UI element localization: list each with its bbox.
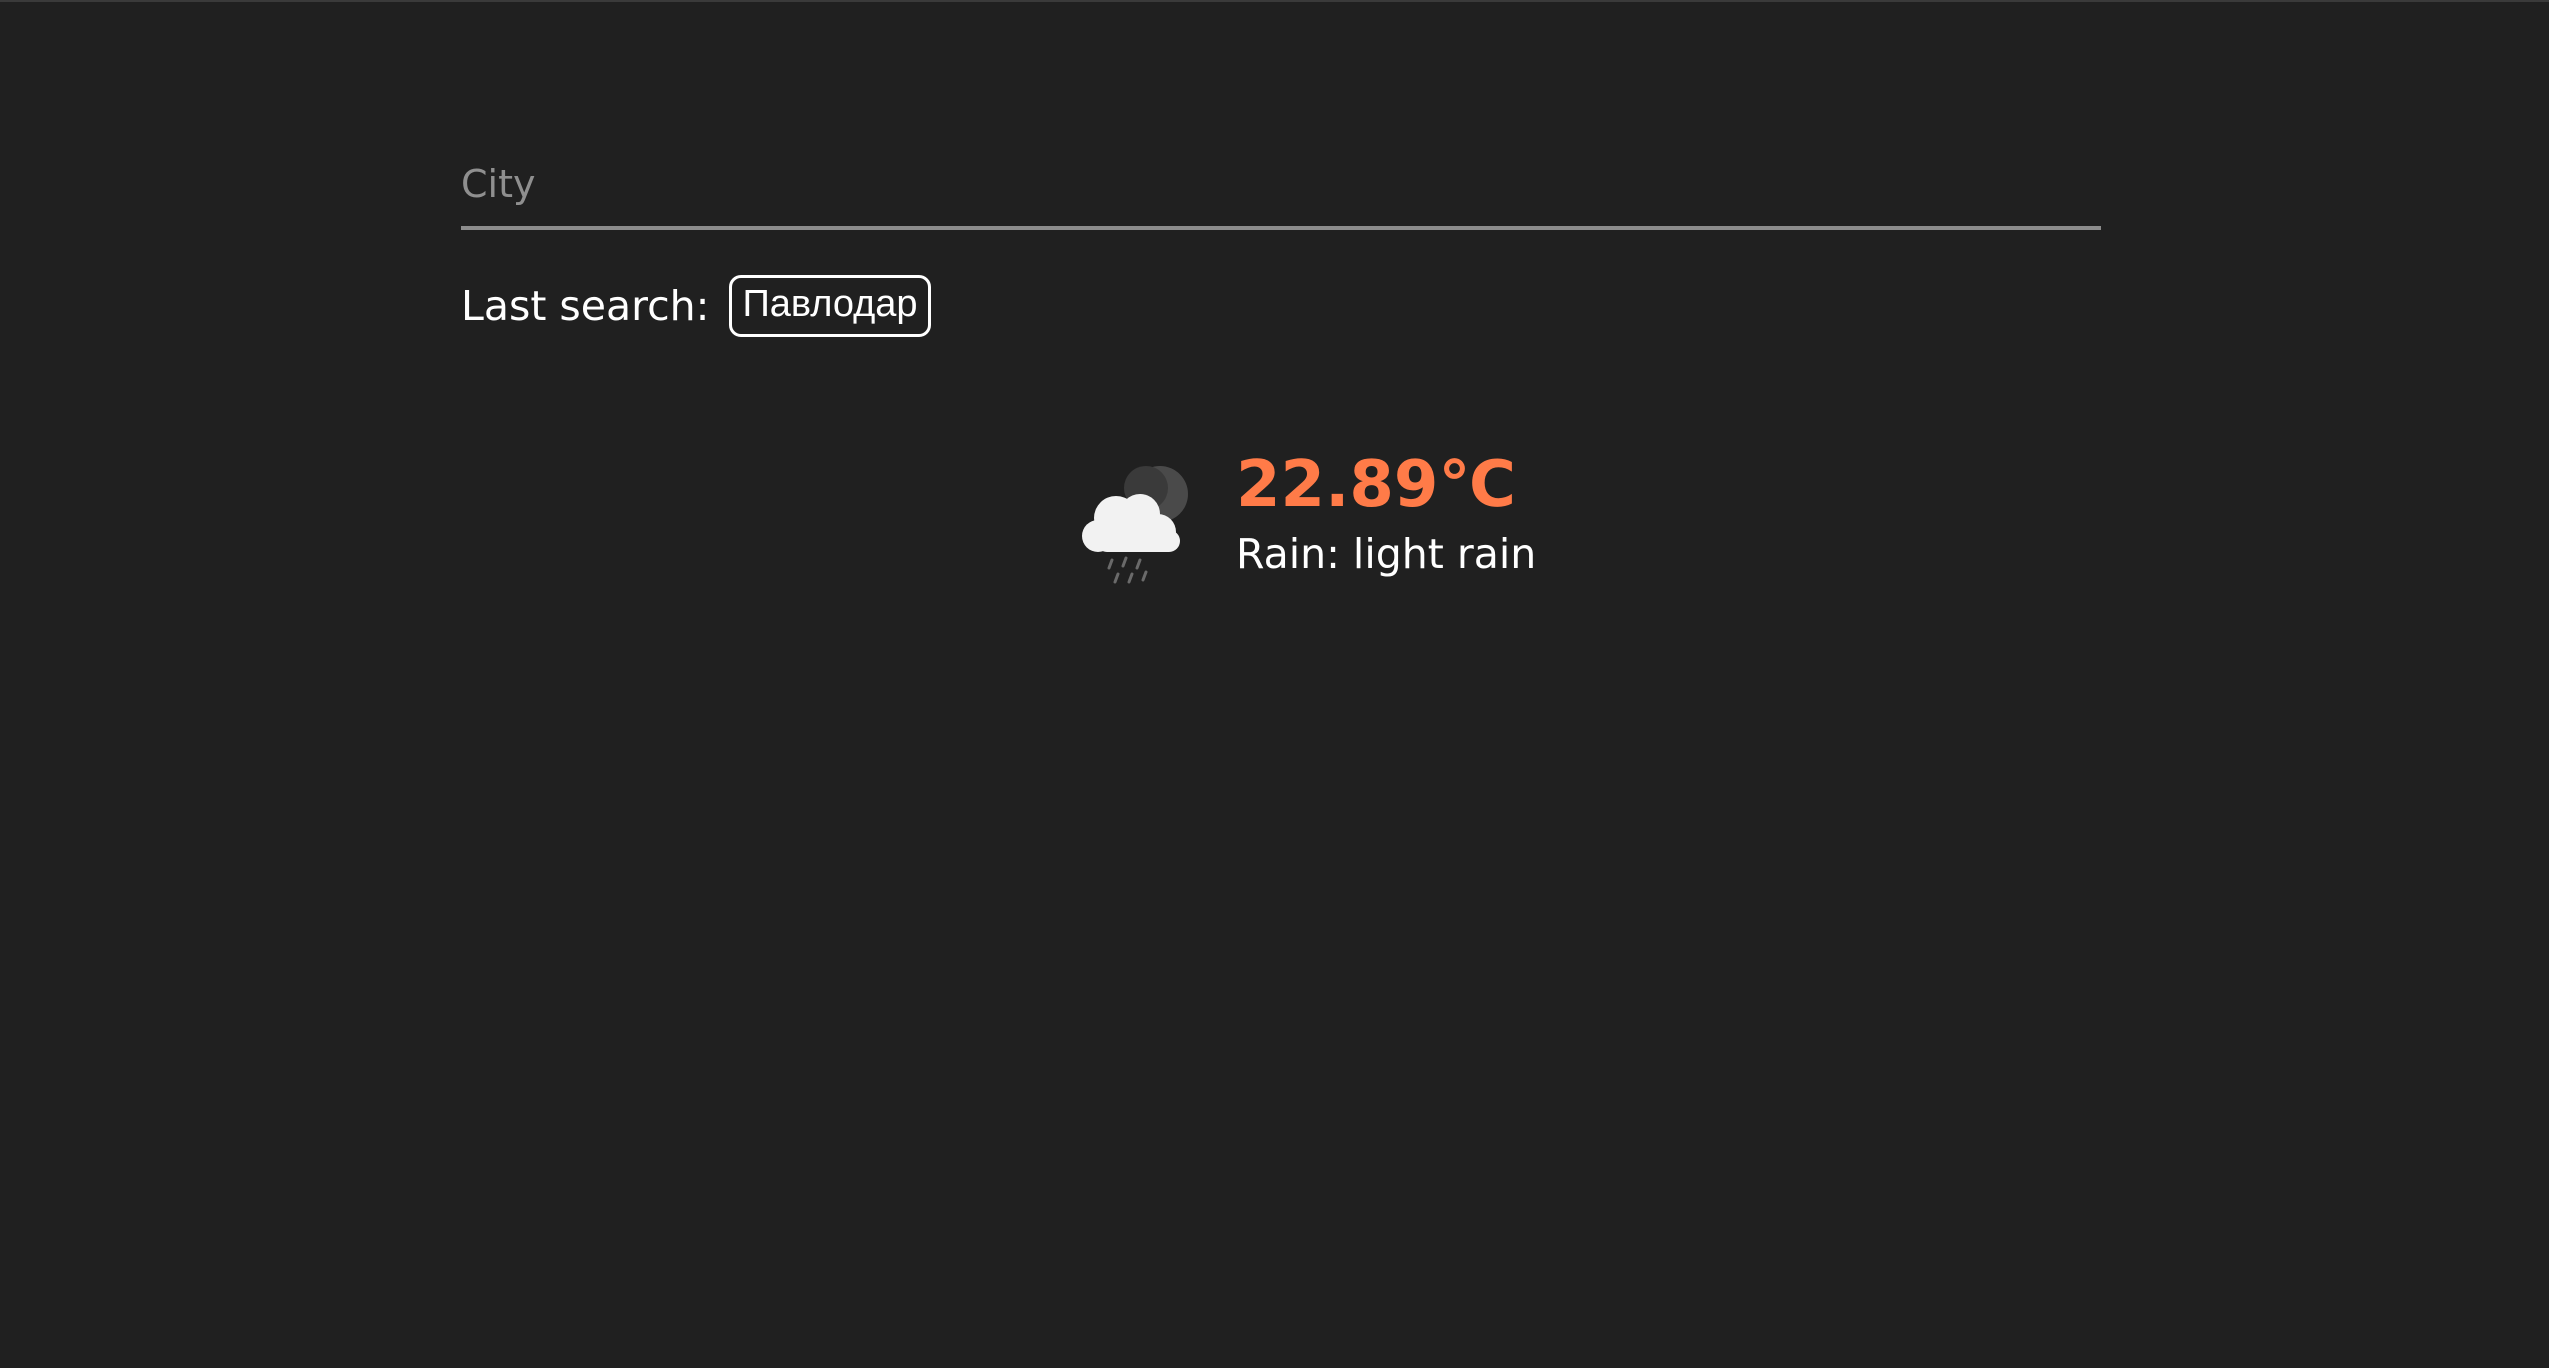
search-bar	[461, 152, 2101, 230]
last-search-label: Last search:	[461, 281, 710, 330]
last-search-city-button[interactable]: Павлодар	[729, 275, 931, 337]
weather-result: 22.89℃ Rain: light rain	[1080, 450, 1536, 592]
city-search-input[interactable]	[461, 152, 2101, 230]
last-search-row: Last search: Павлодар	[461, 275, 931, 337]
cloud-moon-rain-icon	[1082, 466, 1188, 584]
weather-text: 22.89℃ Rain: light rain	[1236, 450, 1536, 577]
temperature-value: 22.89℃	[1236, 448, 1516, 522]
app-root: Last search: Павлодар	[0, 0, 2549, 1368]
weather-description: Rain: light rain	[1236, 530, 1537, 579]
